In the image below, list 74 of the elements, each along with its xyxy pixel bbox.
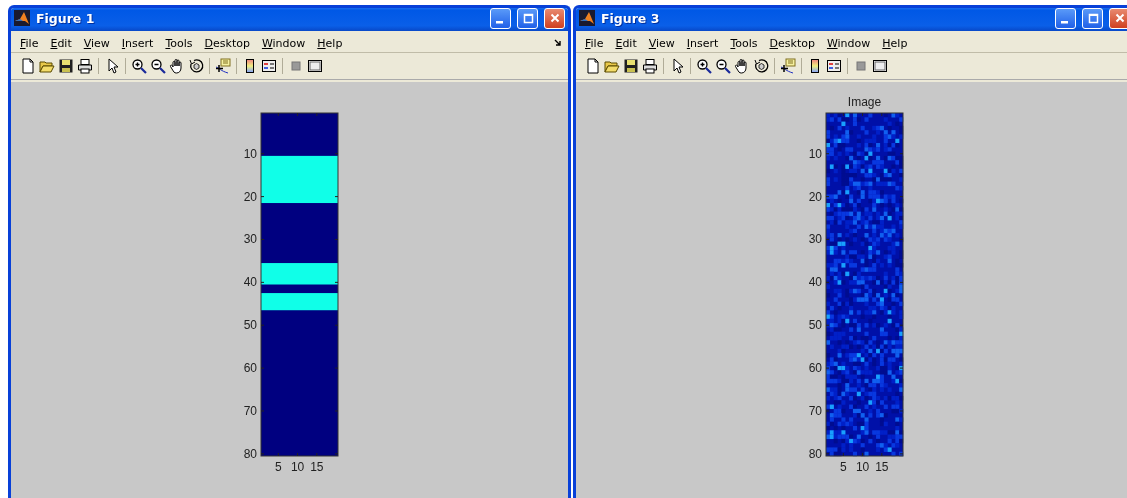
x-tick-label: 15 xyxy=(310,460,324,473)
menu-item[interactable]: Help xyxy=(876,36,914,50)
new-document-icon[interactable] xyxy=(585,58,601,74)
menu-item[interactable]: View xyxy=(642,36,681,50)
save-icon[interactable] xyxy=(623,58,639,74)
y-tick-label: 70 xyxy=(808,404,822,418)
window-title: Figure 1 xyxy=(36,10,96,26)
menu-item[interactable]: Window xyxy=(255,36,312,50)
y-tick-label: 40 xyxy=(808,275,822,290)
hand-icon[interactable] xyxy=(734,58,750,74)
menu-item[interactable]: Desktop xyxy=(763,36,821,50)
x-tick-label: 5 xyxy=(840,460,847,473)
x-tick-label: 10 xyxy=(290,460,305,473)
minimize-button[interactable] xyxy=(490,8,511,29)
y-tick-label: 80 xyxy=(808,446,822,461)
window-frame-icon[interactable] xyxy=(872,58,888,74)
y-tick-label: 60 xyxy=(808,361,822,376)
minimize-icon xyxy=(1060,20,1068,24)
menu-item[interactable]: Insert xyxy=(115,36,160,50)
peak-logo-icon xyxy=(14,10,30,26)
peak-logo-icon xyxy=(579,10,595,26)
y-tick-label: 60 xyxy=(243,361,257,376)
menu-item[interactable]: Tools xyxy=(159,36,199,50)
zoom-out-icon[interactable] xyxy=(150,58,166,74)
close-button[interactable] xyxy=(1109,8,1127,29)
maximize-button[interactable] xyxy=(517,8,538,29)
y-tick-label: 20 xyxy=(808,189,822,204)
menu-item[interactable]: Edit xyxy=(609,36,643,50)
zoom-in-icon[interactable] xyxy=(696,58,712,74)
rotate-icon[interactable] xyxy=(753,58,769,74)
window-frame-icon[interactable] xyxy=(307,58,323,74)
x-tick-label: 15 xyxy=(875,460,889,473)
hand-icon[interactable] xyxy=(169,58,185,74)
zoom-in-icon[interactable] xyxy=(131,58,147,74)
y-tick-label: 30 xyxy=(243,232,257,247)
y-tick-label: 70 xyxy=(243,404,257,418)
axes-title: Image xyxy=(847,95,882,109)
y-tick-label: 40 xyxy=(243,275,257,290)
menu-item[interactable]: View xyxy=(77,36,116,50)
menu-item[interactable]: File xyxy=(579,36,610,50)
legend-icon[interactable] xyxy=(261,58,277,74)
data-cursor-icon[interactable] xyxy=(215,58,231,74)
menu-item[interactable]: Window xyxy=(820,36,877,50)
y-tick-label: 30 xyxy=(808,232,822,247)
dock-arrow-icon[interactable] xyxy=(554,39,562,47)
y-tick-label: 80 xyxy=(243,446,257,461)
open-folder-icon[interactable] xyxy=(39,58,55,74)
open-folder-icon[interactable] xyxy=(604,58,620,74)
menu-item[interactable]: Help xyxy=(311,36,349,50)
menu-item[interactable]: Desktop xyxy=(198,36,256,50)
menu-item[interactable]: Edit xyxy=(44,36,78,50)
legend-icon[interactable] xyxy=(826,58,842,74)
minimize-icon xyxy=(495,20,503,24)
data-cursor-icon[interactable] xyxy=(780,58,796,74)
menu-item[interactable]: File xyxy=(14,36,45,50)
new-document-icon[interactable] xyxy=(20,58,36,74)
save-icon[interactable] xyxy=(58,58,74,74)
window-title: Figure 3 xyxy=(601,10,661,26)
y-tick-label: 50 xyxy=(243,318,257,333)
minimize-button[interactable] xyxy=(1055,8,1076,29)
menu-item[interactable]: Insert xyxy=(680,36,725,50)
x-tick-label: 10 xyxy=(855,460,870,473)
maximize-button[interactable] xyxy=(1082,8,1103,29)
print-icon[interactable] xyxy=(77,58,93,74)
y-tick-label: 10 xyxy=(808,146,822,161)
menu-item[interactable]: Tools xyxy=(724,36,764,50)
y-tick-label: 10 xyxy=(243,146,257,161)
zoom-out-icon[interactable] xyxy=(715,58,731,74)
close-button[interactable] xyxy=(544,8,565,29)
x-tick-label: 5 xyxy=(275,460,282,473)
y-tick-label: 50 xyxy=(808,318,822,333)
y-tick-label: 20 xyxy=(243,189,257,204)
print-icon[interactable] xyxy=(642,58,658,74)
rotate-icon[interactable] xyxy=(188,58,204,74)
